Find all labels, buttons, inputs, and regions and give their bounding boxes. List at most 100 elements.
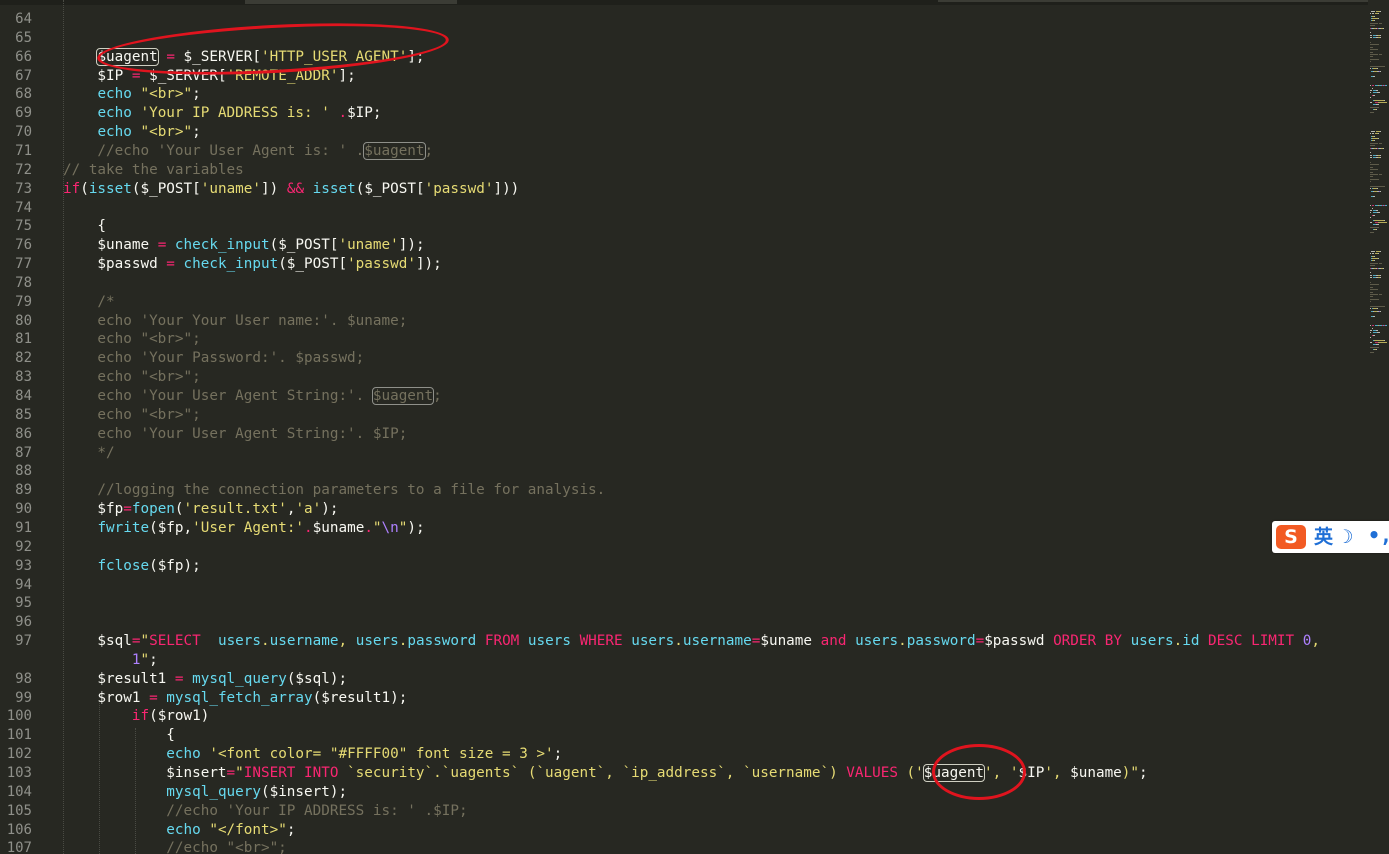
code-line[interactable]: 76 $uname = check_input($_POST['uname'])…	[0, 236, 1370, 255]
code-line[interactable]: 77 $passwd = check_input($_POST['passwd'…	[0, 255, 1370, 274]
minimap[interactable]	[1368, 0, 1389, 854]
code-line[interactable]: 64	[0, 10, 1370, 29]
sogou-logo-icon[interactable]: S	[1276, 525, 1306, 549]
line-code: fwrite($fp,'User Agent:'.$uname."\n");	[63, 519, 424, 538]
minimap-mark	[1370, 330, 1372, 331]
minimap-mark	[1381, 54, 1382, 55]
code-line[interactable]: 86 echo 'Your User Agent String:'. $IP;	[0, 425, 1370, 444]
minimap-mark	[1377, 188, 1378, 190]
code-token: ,	[338, 633, 356, 650]
code-token: $uname	[312, 519, 365, 536]
minimap-mark	[1370, 56, 1373, 58]
code-line[interactable]: 75 {	[0, 217, 1370, 236]
line-number: 97	[15, 633, 32, 650]
code-line[interactable]: 79 /*	[0, 293, 1370, 312]
minimap-mark	[1374, 219, 1384, 221]
code-line[interactable]: 98 $result1 = mysql_query($sql);	[0, 670, 1370, 689]
minimap-mark	[1370, 332, 1371, 334]
minimap-mark	[1380, 37, 1381, 39]
code-line[interactable]: 93 fclose($fp);	[0, 557, 1370, 576]
code-line[interactable]: 85 echo "<br>";	[0, 406, 1370, 425]
code-token: password	[407, 633, 477, 650]
minimap-mark	[1380, 154, 1381, 156]
code-line[interactable]: 69 echo 'Your IP ADDRESS is: ' .$IP;	[0, 104, 1370, 123]
code-line[interactable]: 74	[0, 199, 1370, 218]
code-line[interactable]: 100 if($row1)	[0, 707, 1370, 726]
punctuation-icon[interactable]: •,	[1368, 522, 1389, 548]
code-line[interactable]: 1";	[0, 651, 1370, 670]
code-line[interactable]: 99 $row1 = mysql_fetch_array($result1);	[0, 689, 1370, 708]
moon-icon[interactable]: ☽	[1342, 524, 1353, 550]
line-number: 84	[15, 388, 32, 404]
code-line[interactable]: 70 echo "<br>";	[0, 123, 1370, 142]
code-token: and	[820, 633, 847, 650]
ime-toolbar[interactable]: S 英 ☽ •,	[1272, 521, 1389, 553]
code-line[interactable]: 101 {	[0, 726, 1370, 745]
code-line[interactable]: 82 echo 'Your Password:'. $passwd;	[0, 349, 1370, 368]
code-line[interactable]: 81 echo "<br>";	[0, 330, 1370, 349]
code-token: 'result.txt'	[183, 501, 287, 518]
code-line[interactable]: 89 //logging the connection parameters t…	[0, 481, 1370, 500]
ime-language-toggle[interactable]: 英	[1314, 524, 1333, 550]
line-code: {	[63, 217, 106, 236]
minimap-mark	[1370, 212, 1371, 214]
code-line[interactable]: 84 echo 'Your User Agent String:'. $uage…	[0, 387, 1370, 406]
code-token: username	[682, 633, 752, 650]
code-token: `security`.`uagents` (`uagent`, `ip_addr…	[338, 765, 847, 781]
line-code: mysql_query($insert);	[63, 783, 347, 802]
code-token: '<font color= "#FFFF00" font size = 3 >'	[209, 746, 554, 763]
code-line[interactable]: 90 $fp=fopen('result.txt','a');	[0, 500, 1370, 519]
code-line[interactable]: 78	[0, 274, 1370, 293]
code-line[interactable]: 91 fwrite($fp,'User Agent:'.$uname."\n")…	[0, 519, 1370, 538]
code-line[interactable]: 105 //echo 'Your IP ADDRESS is: ' .$IP;	[0, 802, 1370, 821]
code-line[interactable]: 104 mysql_query($insert);	[0, 783, 1370, 802]
code-token: ($_POST[	[131, 180, 201, 197]
code-line[interactable]: 106 echo "</font>";	[0, 821, 1370, 840]
minimap-mark	[1376, 210, 1378, 211]
minimap-mark	[1370, 222, 1372, 223]
code-line[interactable]: 94	[0, 576, 1370, 595]
line-code: $result1 = mysql_query($sql);	[63, 670, 347, 689]
code-token: users	[855, 633, 899, 650]
code-token: echo	[166, 746, 201, 763]
line-code: echo 'Your Your User name:'. $uname;	[63, 312, 407, 331]
minimap-mark	[1378, 13, 1379, 15]
code-line[interactable]: 73 if(isset($_POST['uname']) && isset($_P…	[0, 180, 1370, 199]
code-line[interactable]: 107 //echo "<br>";	[0, 839, 1370, 854]
code-line[interactable]: 72 // take the variables	[0, 161, 1370, 180]
line-number: 86	[15, 425, 32, 442]
code-line[interactable]: 71 //echo 'Your User Agent is: ' .$uagen…	[0, 141, 1370, 161]
minimap-mark	[1370, 42, 1371, 43]
code-token: $uname	[63, 237, 158, 254]
code-line[interactable]: 68 echo "<br>";	[0, 85, 1370, 104]
code-editor[interactable]: 64 65 66 $uagent = $_SERVER['HTTP_USER_AGE…	[0, 0, 1370, 854]
code-token: $result1	[63, 670, 175, 687]
minimap-mark	[1370, 171, 1373, 173]
minimap-mark	[1384, 99, 1385, 101]
code-line[interactable]: 88	[0, 462, 1370, 481]
minimap-mark	[1383, 147, 1384, 149]
minimap-mark	[1370, 298, 1379, 300]
code-line[interactable]: 92	[0, 538, 1370, 557]
line-code: $fp=fopen('result.txt','a');	[63, 500, 338, 519]
code-line[interactable]: 80 echo 'Your Your User name:'. $uname;	[0, 312, 1370, 331]
line-code: echo "</font>";	[63, 821, 295, 840]
code-line[interactable]: 103 $insert="INSERT INTO `security`.`uag…	[0, 764, 1370, 783]
line-code: {	[63, 726, 175, 745]
code-line[interactable]: 97 $sql="SELECT users.username, users.pa…	[0, 632, 1370, 651]
line-code: echo "<br>";	[63, 406, 200, 425]
minimap-mark	[1381, 142, 1382, 144]
code-line[interactable]: 95	[0, 594, 1370, 613]
code-line[interactable]: 87 */	[0, 444, 1370, 463]
code-line[interactable]: 96	[0, 613, 1370, 632]
code-line[interactable]: 83 echo "<br>";	[0, 368, 1370, 387]
code-line[interactable]: 102 echo '<font color= "#FFFF00" font si…	[0, 745, 1370, 764]
minimap-mark	[1377, 332, 1380, 334]
minimap-mark	[1370, 342, 1372, 343]
minimap-mark	[1370, 54, 1378, 55]
minimap-mark	[1370, 282, 1371, 283]
code-token: WHERE	[579, 633, 623, 650]
